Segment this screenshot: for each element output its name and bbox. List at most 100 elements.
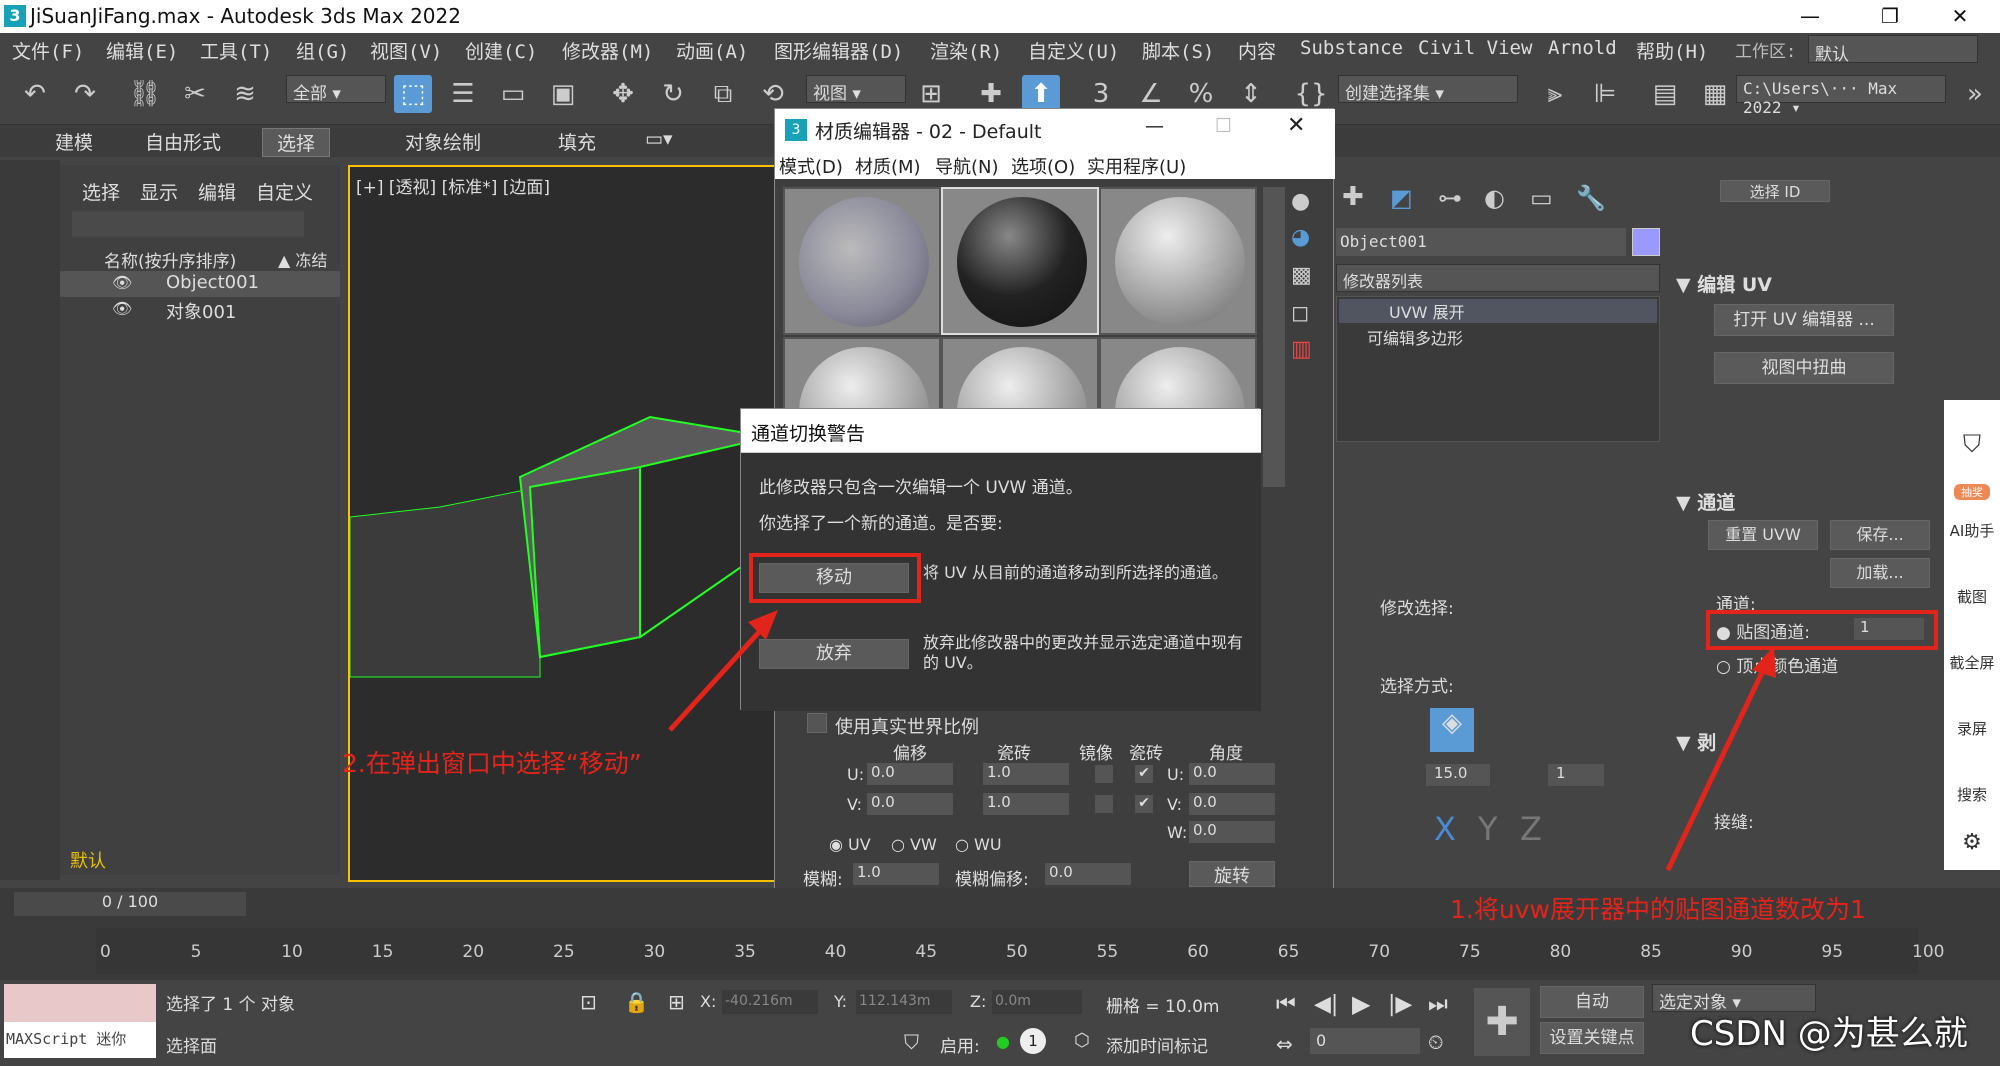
- layer-explorer-icon[interactable]: ▦: [1696, 75, 1734, 113]
- menu-arnold[interactable]: Arnold: [1548, 37, 1617, 59]
- close-button[interactable]: ✕: [1287, 113, 1305, 138]
- scene-tab-select[interactable]: 选择: [82, 178, 120, 205]
- u-tiling-spinner[interactable]: 1.0: [983, 763, 1069, 785]
- absolute-mode-icon[interactable]: ⊞: [668, 990, 685, 1014]
- mat-menu-navigation[interactable]: 导航(N): [935, 153, 999, 179]
- blur-spinner[interactable]: 1.0: [853, 863, 939, 885]
- angle-spinner[interactable]: 15.0: [1426, 764, 1490, 786]
- goto-start-icon[interactable]: ⏮: [1276, 992, 1296, 1017]
- u-angle-spinner[interactable]: 0.0: [1189, 763, 1275, 785]
- w-angle-spinner[interactable]: 0.0: [1189, 821, 1275, 843]
- edit-uv-header[interactable]: ▼ 编辑 UV: [1676, 270, 1772, 297]
- maxscript-listener[interactable]: [4, 984, 156, 1022]
- visibility-eye-icon[interactable]: 👁: [112, 299, 132, 318]
- sample-uv-icon[interactable]: ◻: [1291, 301, 1309, 326]
- menu-group[interactable]: 组(G): [296, 37, 349, 64]
- axis-x-icon[interactable]: X: [1434, 810, 1456, 848]
- z-coord-input[interactable]: 0.0m: [992, 990, 1082, 1014]
- side-search-button[interactable]: 搜索: [1944, 784, 2000, 805]
- hierarchy-tab-icon[interactable]: ⊶: [1438, 184, 1462, 212]
- rotate-icon[interactable]: ↻: [654, 75, 692, 113]
- menu-file[interactable]: 文件(F): [12, 37, 84, 64]
- reference-coord-dropdown[interactable]: 视图 ▾: [806, 75, 906, 104]
- select-by-name-icon[interactable]: ☰: [444, 75, 482, 113]
- v-tile-checkbox[interactable]: ✔: [1135, 795, 1153, 813]
- visibility-eye-icon[interactable]: 👁: [112, 273, 132, 292]
- mat-menu-options[interactable]: 选项(O): [1011, 153, 1075, 179]
- menu-content[interactable]: 内容: [1238, 37, 1276, 64]
- x-coord-input[interactable]: -40.216m: [722, 990, 818, 1014]
- key-filter-badge[interactable]: 1: [1020, 1028, 1046, 1054]
- table-row[interactable]: 👁 对象001: [60, 297, 340, 323]
- named-selection-dropdown[interactable]: 创建选择集 ▾: [1338, 75, 1518, 104]
- axis-z-icon[interactable]: Z: [1520, 810, 1542, 848]
- mat-menu-mode[interactable]: 模式(D): [779, 153, 843, 179]
- bind-spacewarp-icon[interactable]: ≋: [226, 75, 264, 113]
- real-world-checkbox[interactable]: [807, 713, 827, 733]
- load-button[interactable]: 加载...: [1830, 558, 1930, 588]
- close-button[interactable]: ✕: [1940, 2, 1980, 30]
- unlink-icon[interactable]: ✂: [176, 75, 214, 113]
- select-id-button[interactable]: 选择 ID: [1720, 180, 1830, 202]
- menu-tools[interactable]: 工具(T): [200, 37, 272, 64]
- project-path-dropdown[interactable]: C:\Users\··· Max 2022 ▾: [1736, 75, 1946, 117]
- link-icon[interactable]: ⛓: [126, 75, 164, 113]
- shield-icon[interactable]: ⛉: [904, 1030, 919, 1054]
- reset-uvw-button[interactable]: 重置 UVW: [1708, 520, 1818, 550]
- menu-civil-view[interactable]: Civil View: [1418, 37, 1532, 59]
- sample-type-icon[interactable]: ●: [1291, 189, 1310, 214]
- col-name-header[interactable]: 名称(按升序排序): [104, 247, 236, 272]
- radio-wu[interactable]: ○ WU: [955, 835, 1002, 854]
- minimize-button[interactable]: —: [1790, 2, 1830, 30]
- menu-customize[interactable]: 自定义(U): [1028, 37, 1119, 64]
- ribbon-tab-populate[interactable]: 填充: [558, 128, 596, 155]
- u-tile-checkbox[interactable]: ✔: [1135, 765, 1153, 783]
- play-icon[interactable]: ▶: [1352, 990, 1370, 1018]
- rect-selection-icon[interactable]: ▭: [494, 75, 532, 113]
- radio-vw[interactable]: ○ VW: [891, 835, 937, 854]
- menu-help[interactable]: 帮助(H): [1636, 37, 1708, 64]
- menu-substance[interactable]: Substance: [1300, 37, 1403, 59]
- scene-tab-display[interactable]: 显示: [140, 178, 178, 205]
- set-key-button[interactable]: 设置关键点: [1540, 1022, 1644, 1054]
- workspace-dropdown[interactable]: 默认: [1808, 35, 1978, 65]
- undo-icon[interactable]: ↶: [16, 75, 54, 113]
- material-slot[interactable]: [783, 187, 941, 335]
- u-mirror-checkbox[interactable]: [1095, 765, 1113, 783]
- menu-view[interactable]: 视图(V): [370, 37, 442, 64]
- expand-icon[interactable]: »: [1956, 75, 1994, 113]
- add-time-tag[interactable]: 添加时间标记: [1106, 1032, 1208, 1057]
- ribbon-tab-freeform[interactable]: 自由形式: [145, 128, 221, 155]
- isolate-icon[interactable]: ⊡: [580, 990, 597, 1014]
- scale-icon[interactable]: ⧉: [704, 75, 742, 113]
- menu-scripting[interactable]: 脚本(S): [1142, 37, 1214, 64]
- count-spinner[interactable]: 1: [1548, 764, 1604, 786]
- scene-explorer-icon[interactable]: ▤: [1646, 75, 1684, 113]
- u-offset-spinner[interactable]: 0.0: [867, 763, 953, 785]
- y-coord-input[interactable]: 112.143m: [856, 990, 952, 1014]
- shield-icon[interactable]: ⛉: [1944, 430, 2000, 458]
- slots-scrollbar[interactable]: [1263, 187, 1285, 487]
- menu-graph-editors[interactable]: 图形编辑器(D): [774, 37, 903, 64]
- lock-icon[interactable]: 🔒: [624, 990, 649, 1014]
- channel-header[interactable]: ▼ 通道: [1676, 488, 1735, 515]
- enable-dot-icon[interactable]: ●: [996, 1032, 1010, 1051]
- motion-tab-icon[interactable]: ◐: [1484, 184, 1505, 212]
- v-angle-spinner[interactable]: 0.0: [1189, 793, 1275, 815]
- next-frame-icon[interactable]: |▶: [1388, 992, 1412, 1017]
- side-screenshot-button[interactable]: 截图: [1944, 586, 2000, 607]
- key-mode-icon[interactable]: ⇔: [1276, 1032, 1293, 1056]
- mat-menu-material[interactable]: 材质(M): [855, 153, 921, 179]
- menu-create[interactable]: 创建(C): [465, 37, 537, 64]
- menu-rendering[interactable]: 渲染(R): [930, 37, 1002, 64]
- scene-tab-edit[interactable]: 编辑: [198, 178, 236, 205]
- lottery-badge[interactable]: 抽奖: [1954, 484, 1990, 500]
- open-uv-editor-button[interactable]: 打开 UV 编辑器 ...: [1714, 304, 1894, 336]
- modifier-list-dropdown[interactable]: 修改器列表: [1336, 264, 1660, 292]
- rotate-button[interactable]: 旋转: [1189, 861, 1275, 887]
- col-freeze-header[interactable]: ▲ 冻结: [278, 247, 327, 271]
- goto-end-icon[interactable]: ⏭: [1428, 992, 1448, 1017]
- object-name-input[interactable]: Object001: [1336, 228, 1626, 256]
- set-key-icon[interactable]: ✚: [1474, 988, 1530, 1056]
- side-ai-button[interactable]: AI助手: [1944, 520, 2000, 541]
